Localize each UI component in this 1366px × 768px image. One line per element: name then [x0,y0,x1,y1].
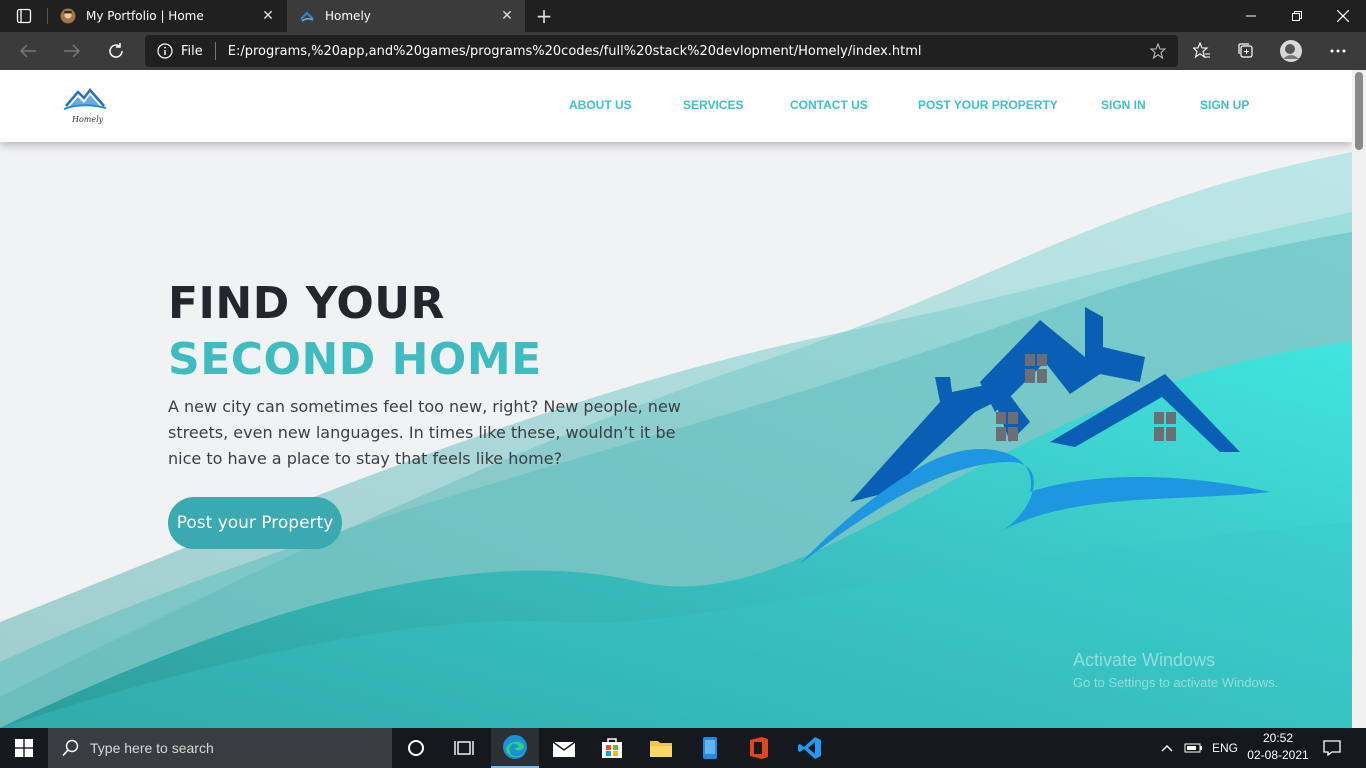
forward-icon[interactable] [56,36,88,66]
avatar-favicon-icon [60,8,76,24]
nav-sign-up[interactable]: SIGN UP [1200,98,1249,112]
profile-avatar[interactable] [1275,36,1307,66]
homely-favicon-icon [299,8,315,24]
collections-icon[interactable] [1230,36,1262,66]
new-tab-icon[interactable]: + [530,4,558,28]
edge-browser-icon[interactable] [491,728,539,768]
clock-time: 20:52 [1262,731,1294,745]
page-viewport: Homely ABOUT US SERVICES CONTACT US POST… [0,70,1352,728]
site-header: Homely ABOUT US SERVICES CONTACT US POST… [0,70,1352,142]
file-explorer-icon[interactable] [637,728,685,768]
windows-taskbar: Type here to search ENG 20:52 02-08-2021 [0,728,1366,768]
taskbar-search-box[interactable]: Type here to search [48,728,392,768]
minimize-icon[interactable] [1228,0,1274,32]
tab-actions-icon[interactable] [8,6,40,26]
tab-close-icon[interactable]: ✕ [256,4,280,28]
logo-text: Homely [71,115,104,124]
taskbar-clock[interactable]: 20:52 02-08-2021 [1246,730,1310,764]
tab-homely[interactable]: Homely ✕ [287,0,525,32]
search-icon [62,739,79,757]
scheme-label: File [181,43,203,59]
post-property-button[interactable]: Post your Property [168,497,342,549]
restore-icon[interactable] [1274,0,1320,32]
clock-date: 02-08-2021 [1247,748,1309,762]
homely-logo[interactable]: Homely [60,82,108,130]
mail-icon[interactable] [540,728,588,768]
activate-windows-watermark: Activate Windows Go to Settings to activ… [1073,650,1278,690]
hero-paragraph: A new city can sometimes feel too new, r… [168,397,681,468]
add-favorite-icon[interactable] [1150,43,1166,59]
language-indicator[interactable]: ENG [1212,728,1238,768]
browser-toolbar: File E:/programs,%20app,and%20games/prog… [0,32,1366,70]
house-logo-illustration [800,307,1270,564]
hero-text-block: FIND YOUR SECOND HOME A new city can som… [168,276,708,472]
info-icon[interactable] [157,43,173,59]
hero-title-line2: SECOND HOME [168,334,542,385]
browser-tab-bar: My Portfolio | Home ✕ Homely ✕ + [0,0,1366,32]
start-button[interactable] [0,728,48,768]
nav-sign-in[interactable]: SIGN IN [1101,98,1146,112]
scrollbar-thumb[interactable] [1355,72,1363,150]
microsoft-store-icon[interactable] [588,728,636,768]
tab-title: My Portfolio | Home [86,9,204,23]
url-text[interactable]: E:/programs,%20app,and%20games/programs%… [228,44,922,59]
show-hidden-icons[interactable] [1160,728,1174,768]
nav-contact-us[interactable]: CONTACT US [790,98,868,112]
windows-logo-icon [15,739,33,757]
page-scrollbar[interactable] [1352,70,1366,728]
cortana-icon[interactable] [392,728,440,768]
phone-link-icon[interactable] [686,728,734,768]
watermark-title: Activate Windows [1073,650,1216,670]
tab-my-portfolio[interactable]: My Portfolio | Home ✕ [48,0,286,32]
address-bar[interactable]: File E:/programs,%20app,and%20games/prog… [145,35,1178,67]
notifications-icon[interactable] [1322,728,1342,768]
refresh-icon[interactable] [100,36,132,66]
more-options-icon[interactable] [1322,36,1354,66]
battery-icon[interactable] [1184,728,1204,768]
tab-title: Homely [325,9,371,23]
watermark-subtitle: Go to Settings to activate Windows. [1073,675,1279,690]
task-view-icon[interactable] [440,728,488,768]
tab-close-icon[interactable]: ✕ [495,4,519,28]
vscode-icon[interactable] [786,728,834,768]
nav-about-us[interactable]: ABOUT US [569,98,632,112]
back-icon[interactable] [12,36,44,66]
nav-services[interactable]: SERVICES [683,98,743,112]
office-icon[interactable] [735,728,783,768]
hero-title-line1: FIND YOUR [168,278,445,329]
search-placeholder: Type here to search [90,740,214,756]
address-separator [214,42,216,60]
favorites-icon[interactable] [1186,36,1218,66]
nav-post-your-property[interactable]: POST YOUR PROPERTY [918,98,1058,112]
close-window-icon[interactable] [1320,0,1366,32]
